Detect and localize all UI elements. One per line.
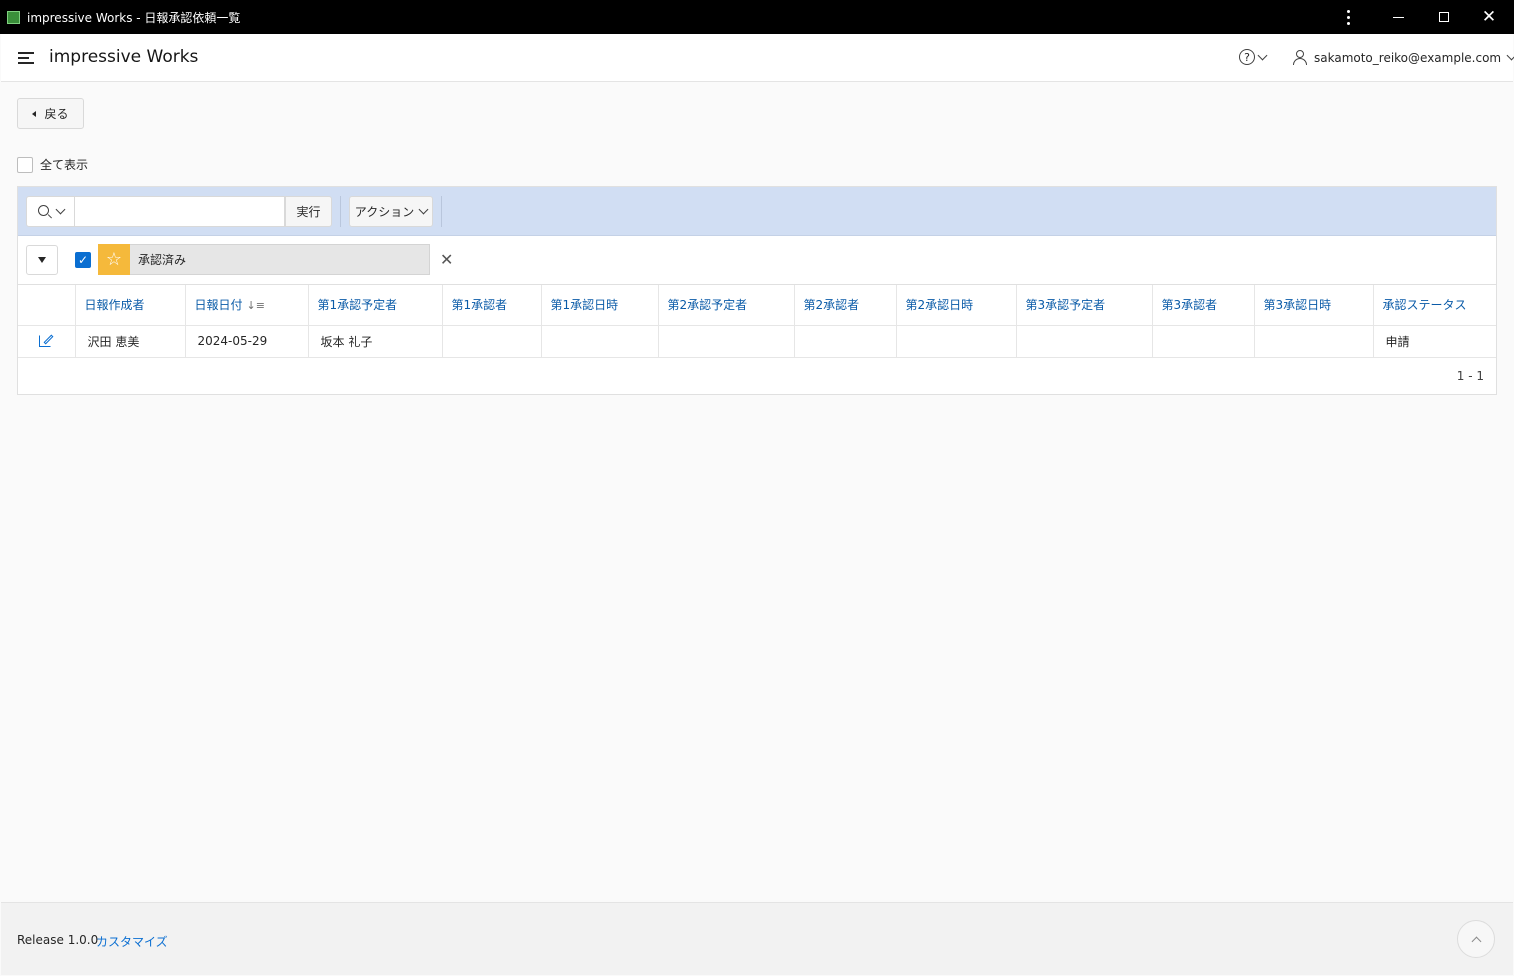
search-icon bbox=[37, 204, 52, 219]
menu-icon[interactable] bbox=[18, 52, 34, 64]
column-header[interactable]: 日報作成者 bbox=[75, 285, 186, 326]
report-table: 日報作成者 日報日付 ↓≡ 第1承認予定者 第1承認者 第1承認日時 第2承認予定… bbox=[18, 285, 1496, 358]
maximize-button[interactable] bbox=[1422, 0, 1466, 34]
filter-row: ✓ ☆ 承認済み ✕ bbox=[18, 236, 1496, 285]
actions-label: アクション bbox=[354, 205, 415, 219]
chevron-down-icon bbox=[55, 204, 65, 215]
column-header[interactable]: 第2承認者 bbox=[794, 285, 897, 326]
cell-approver3 bbox=[1152, 325, 1255, 358]
column-header[interactable]: 第1承認者 bbox=[442, 285, 542, 326]
column-header[interactable]: 第1承認予定者 bbox=[308, 285, 443, 326]
collapse-filters-button[interactable] bbox=[26, 245, 58, 275]
table-row: 沢田 恵美 2024-05-29 坂本 礼子 申請 bbox=[18, 325, 1496, 358]
report-region: 実行 アクション ✓ ☆ 承認済み ✕ 日報作成者 日報日付 ↓≡ 第1承認予定者… bbox=[17, 186, 1497, 395]
cell-approver2 bbox=[794, 325, 897, 358]
cell-approved3-at bbox=[1254, 325, 1374, 358]
search-input[interactable] bbox=[75, 196, 285, 227]
report-toolbar: 実行 アクション bbox=[18, 187, 1496, 236]
back-button-label: 戻る bbox=[44, 107, 69, 121]
cell-approved2-at bbox=[896, 325, 1017, 358]
cell-date: 2024-05-29 bbox=[185, 325, 309, 358]
cell-approved1-at bbox=[541, 325, 659, 358]
release-label: Release 1.0.0 bbox=[17, 933, 99, 947]
show-all-checkbox[interactable]: 全て表示 bbox=[17, 156, 88, 173]
column-header[interactable]: 第2承認日時 bbox=[896, 285, 1017, 326]
chevron-down-icon bbox=[1257, 50, 1268, 60]
column-header-edit bbox=[18, 285, 76, 326]
checkbox[interactable] bbox=[17, 156, 33, 173]
column-header-label: 日報日付 bbox=[194, 298, 243, 313]
sort-descending-icon: ↓≡ bbox=[246, 299, 265, 313]
minimize-button[interactable] bbox=[1376, 0, 1420, 34]
column-header[interactable]: 第3承認日時 bbox=[1254, 285, 1374, 326]
user-icon bbox=[1293, 50, 1307, 65]
cell-approver3-planned bbox=[1016, 325, 1153, 358]
cell-approver1 bbox=[442, 325, 542, 358]
column-header-sorted[interactable]: 日報日付 ↓≡ bbox=[185, 285, 309, 326]
column-header[interactable]: 第1承認日時 bbox=[541, 285, 659, 326]
column-header[interactable]: 第3承認者 bbox=[1152, 285, 1255, 326]
caret-down-icon bbox=[38, 257, 46, 263]
search-column-button[interactable] bbox=[26, 196, 75, 227]
window-title: impressive Works - 日報承認依頼一覧 bbox=[27, 10, 241, 25]
pagination: 1 - 1 bbox=[1456, 368, 1484, 383]
close-window-button[interactable]: ✕ bbox=[1467, 0, 1511, 34]
app-icon bbox=[7, 10, 20, 24]
scroll-to-top-button[interactable] bbox=[1457, 920, 1495, 958]
caret-left-icon bbox=[32, 110, 37, 117]
question-circle-icon: ? bbox=[1239, 49, 1255, 65]
cell-approver2-planned bbox=[658, 325, 795, 358]
go-button[interactable]: 実行 bbox=[285, 196, 332, 227]
window-titlebar: impressive Works - 日報承認依頼一覧 ✕ bbox=[0, 0, 1514, 34]
chevron-down-icon bbox=[1506, 50, 1514, 61]
help-menu-button[interactable]: ? bbox=[1239, 49, 1268, 65]
user-menu-button[interactable]: sakamoto_reiko@example.com bbox=[1293, 50, 1514, 65]
edit-row-button[interactable] bbox=[18, 325, 76, 358]
column-header[interactable]: 第3承認予定者 bbox=[1016, 285, 1153, 326]
filter-enabled-checkbox[interactable]: ✓ bbox=[75, 252, 91, 268]
chevron-down-icon bbox=[418, 204, 429, 215]
column-header[interactable]: 承認ステータス bbox=[1373, 285, 1496, 326]
show-all-label: 全て表示 bbox=[40, 158, 89, 172]
edit-icon bbox=[39, 333, 54, 347]
customize-link[interactable]: カスタマイズ bbox=[96, 933, 168, 950]
page-footer: Release 1.0.0 カスタマイズ bbox=[1, 902, 1513, 975]
table-header-row: 日報作成者 日報日付 ↓≡ 第1承認予定者 第1承認者 第1承認日時 第2承認予定… bbox=[18, 285, 1496, 326]
toolbar-separator bbox=[441, 196, 442, 227]
app-title[interactable]: impressive Works bbox=[49, 47, 198, 67]
cell-creator: 沢田 恵美 bbox=[75, 325, 186, 358]
actions-menu-button[interactable]: アクション bbox=[349, 196, 433, 227]
back-button[interactable]: 戻る bbox=[17, 98, 84, 129]
remove-filter-icon[interactable]: ✕ bbox=[440, 250, 453, 269]
user-email: sakamoto_reiko@example.com bbox=[1314, 50, 1502, 65]
star-icon: ☆ bbox=[98, 244, 130, 275]
column-header[interactable]: 第2承認予定者 bbox=[658, 285, 795, 326]
app-header: impressive Works ? sakamoto_reiko@exampl… bbox=[1, 34, 1514, 82]
chevron-up-icon bbox=[1471, 936, 1481, 946]
more-options-icon[interactable] bbox=[1326, 0, 1370, 34]
cell-approver1-planned: 坂本 礼子 bbox=[308, 325, 443, 358]
filter-label[interactable]: 承認済み bbox=[130, 244, 430, 275]
cell-status: 申請 bbox=[1373, 325, 1496, 358]
toolbar-separator bbox=[340, 196, 341, 227]
